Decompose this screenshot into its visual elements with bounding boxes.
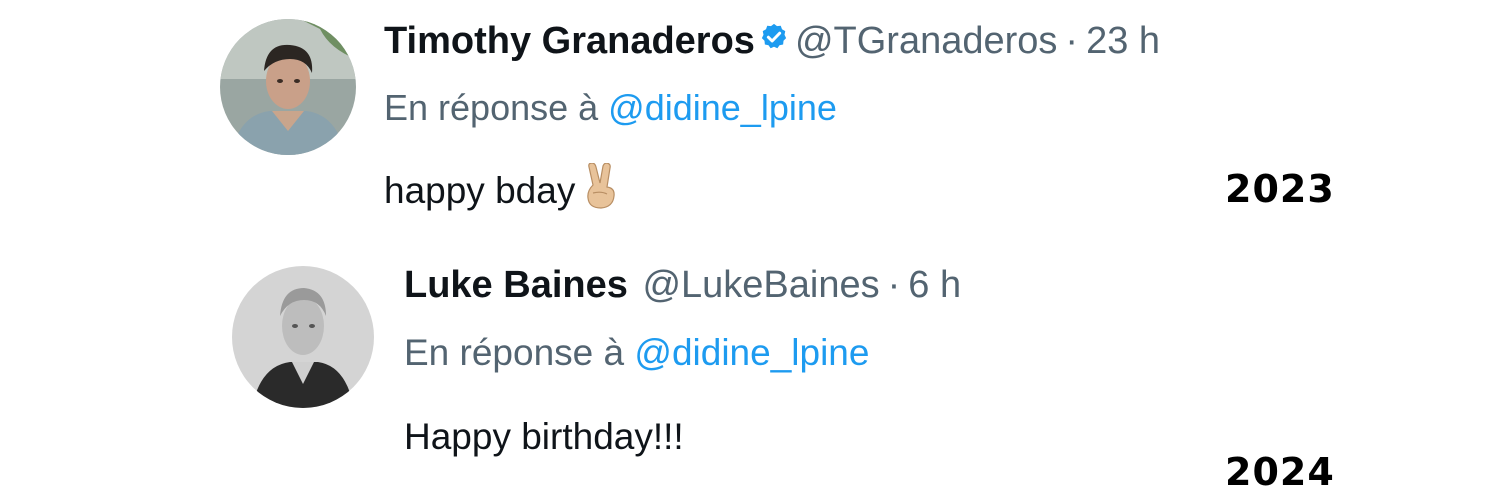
tweet-body: happy bday <box>384 169 576 211</box>
year-label: 2024 <box>1225 450 1335 494</box>
reply-prefix: En réponse à <box>384 87 599 128</box>
reply-context: En réponse à @didine_lpine <box>404 334 869 371</box>
timestamp[interactable]: 23 h <box>1086 20 1160 62</box>
avatar[interactable] <box>220 19 356 155</box>
profile-photo-icon <box>232 266 374 408</box>
timestamp[interactable]: 6 h <box>908 264 961 306</box>
tweet-header: Luke Baines @LukeBaines · 6 h <box>404 266 961 304</box>
separator: · <box>887 264 901 306</box>
handle[interactable]: @LukeBaines <box>642 264 879 306</box>
reply-mention-link[interactable]: @didine_lpine <box>634 332 869 373</box>
author-name[interactable]: Luke Baines <box>404 264 628 306</box>
reply-context: En réponse à @didine_lpine <box>384 90 837 126</box>
verified-badge-icon <box>759 21 789 59</box>
handle[interactable]: @TGranaderos <box>795 20 1057 62</box>
author-name[interactable]: Timothy Granaderos <box>384 20 755 62</box>
year-label: 2023 <box>1225 167 1335 211</box>
victory-hand-icon <box>581 162 621 215</box>
tweet-text: Happy birthday!!! <box>404 418 684 455</box>
tweet-body: Happy birthday!!! <box>404 416 684 457</box>
profile-photo-icon <box>220 19 356 155</box>
tweet-header: Timothy Granaderos @TGranaderos · 23 h <box>384 22 1160 62</box>
avatar[interactable] <box>232 266 374 408</box>
reply-mention-link[interactable]: @didine_lpine <box>608 87 837 128</box>
reply-prefix: En réponse à <box>404 332 625 373</box>
separator: · <box>1065 20 1079 62</box>
tweet-text: happy bday <box>384 162 621 219</box>
